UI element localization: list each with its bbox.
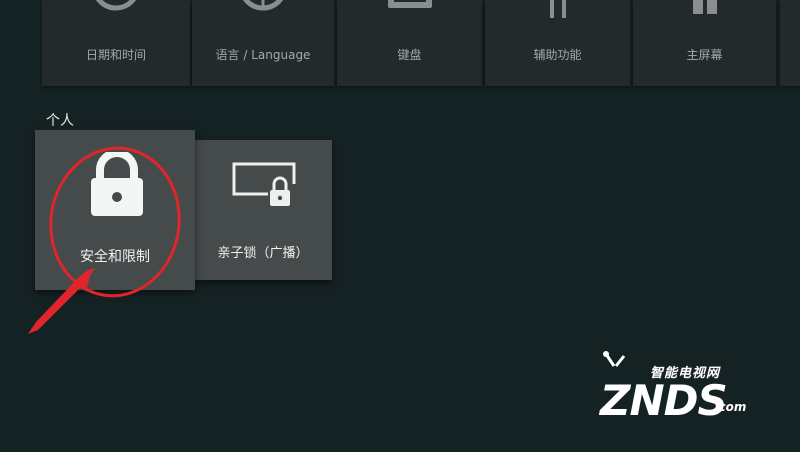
section-title-personal: 个人 [46, 113, 74, 129]
partial-card[interactable] [780, 0, 800, 86]
language-label: 语言 / Language [215, 48, 311, 62]
keyboard-card[interactable]: 键盘 [337, 0, 482, 86]
znds-watermark: 智能电视网 ZNDS .com [588, 350, 768, 426]
watermark-suffix: .com [714, 400, 747, 414]
accessibility-icon [549, 0, 566, 18]
language-card[interactable]: 语言 / Language [192, 0, 334, 86]
clock-icon [95, 0, 137, 11]
parental-lock-label: 亲子锁（广播） [217, 246, 309, 261]
home-screen-icon [692, 0, 717, 14]
globe-icon [242, 0, 284, 11]
security-restrictions-label: 安全和限制 [80, 249, 150, 265]
security-restrictions-card[interactable]: 安全和限制 [35, 130, 195, 290]
keyboard-icon [387, 0, 432, 8]
watermark-brand: ZNDS [600, 376, 728, 425]
home-screen-label: 主屏幕 [686, 48, 723, 62]
top-settings-row: 日期和时间 语言 / Language 键盘 辅助功能 主屏幕 [0, 0, 800, 90]
date-time-label: 日期和时间 [85, 48, 146, 62]
lock-icon [91, 152, 143, 216]
home-screen-card[interactable]: 主屏幕 [633, 0, 776, 86]
accessibility-card[interactable]: 辅助功能 [485, 0, 630, 86]
parental-lock-card[interactable]: 亲子锁（广播） [194, 140, 332, 280]
screen-lock-icon [232, 162, 296, 206]
date-time-card[interactable]: 日期和时间 [42, 0, 190, 86]
keyboard-label: 键盘 [397, 48, 422, 62]
accessibility-label: 辅助功能 [533, 48, 582, 62]
